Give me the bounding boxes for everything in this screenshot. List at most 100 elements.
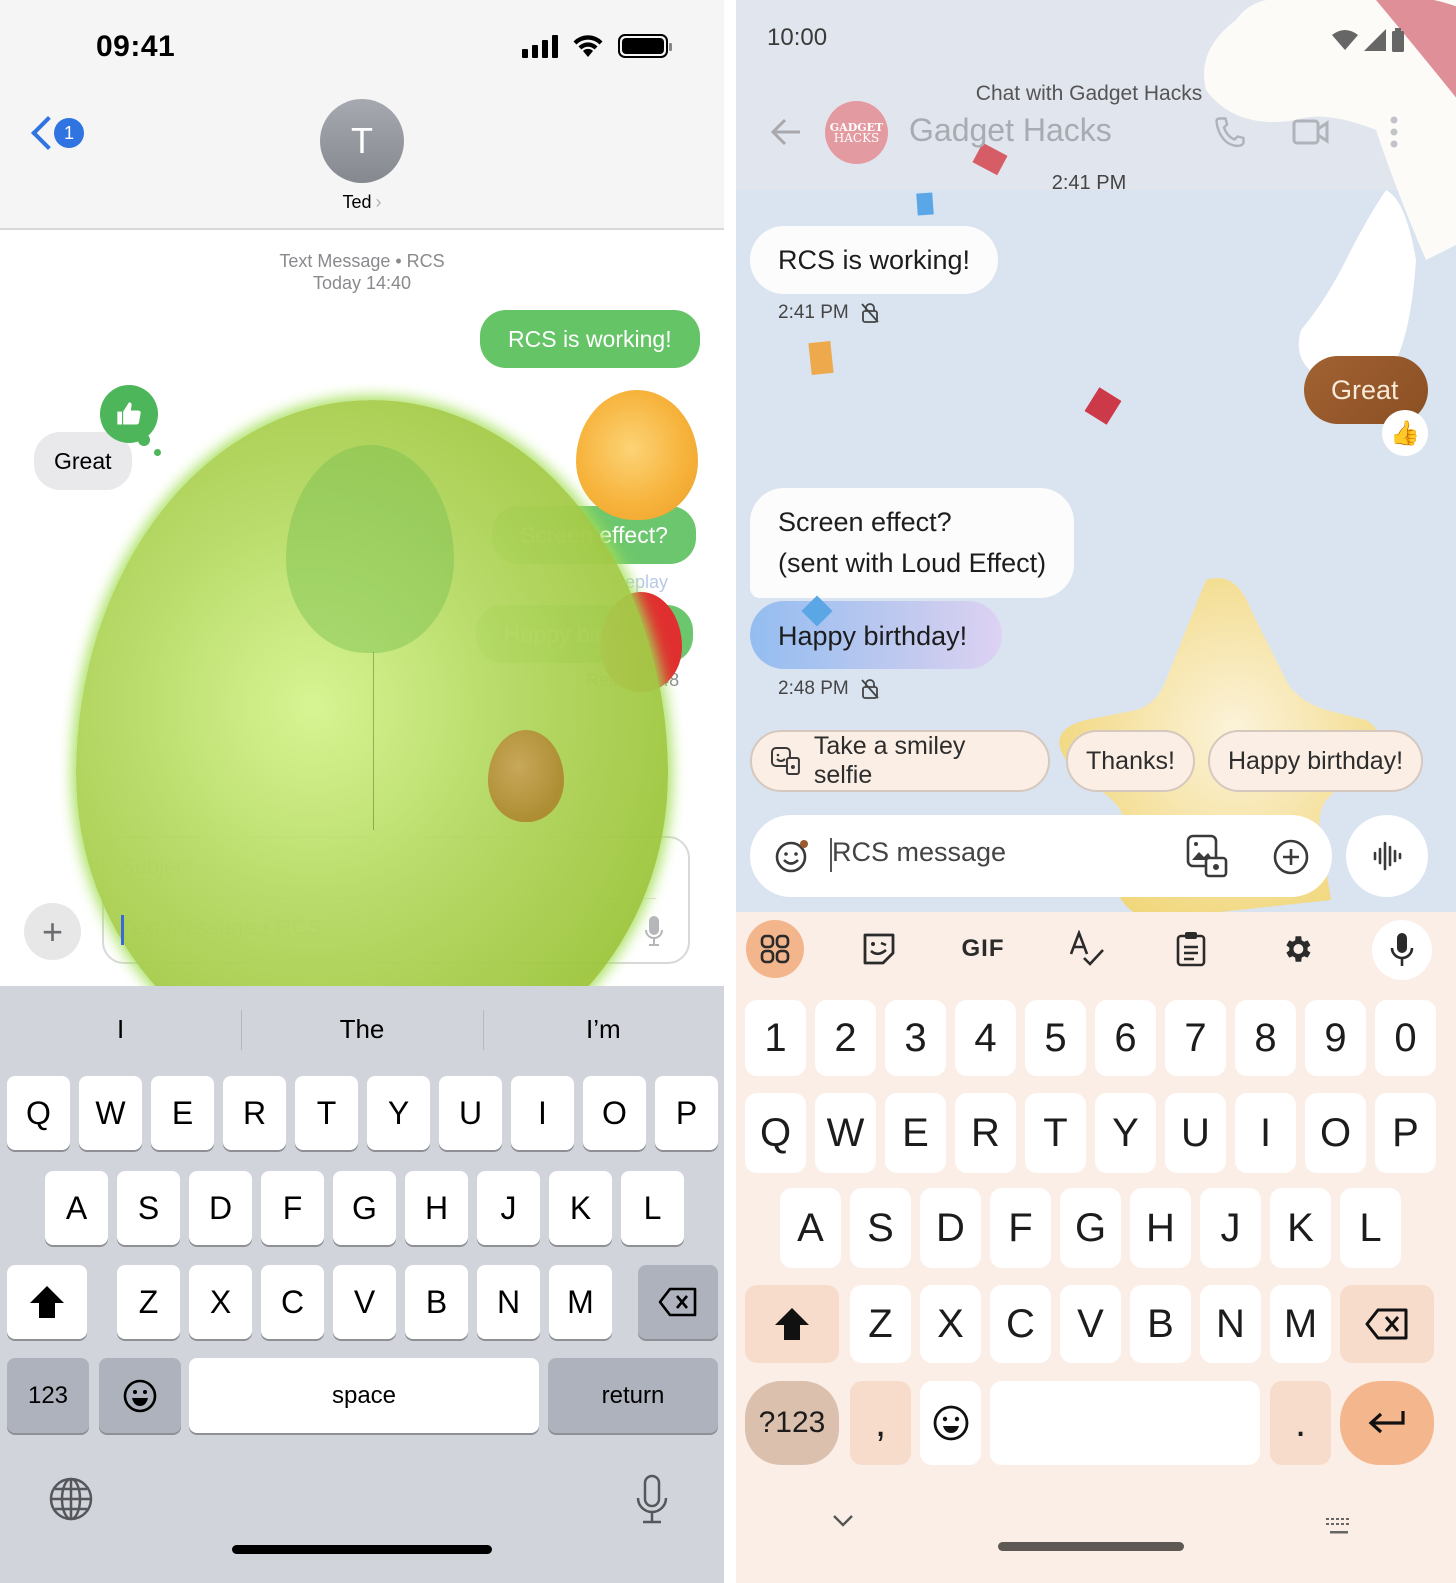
globe-icon[interactable] (48, 1476, 94, 1522)
shift-key[interactable] (7, 1265, 87, 1339)
enter-key[interactable] (1340, 1381, 1434, 1465)
key-q[interactable]: Q (745, 1093, 806, 1173)
key-y[interactable]: Y (367, 1076, 430, 1150)
smart-reply-chip[interactable]: Take a smiley selfie (750, 730, 1050, 792)
period-key[interactable]: . (1270, 1381, 1331, 1465)
key-s[interactable]: S (850, 1188, 911, 1268)
key-d[interactable]: D (189, 1171, 252, 1245)
clipboard-button[interactable] (1162, 920, 1220, 978)
key-g[interactable]: G (1060, 1188, 1121, 1268)
key-6[interactable]: 6 (1095, 1000, 1156, 1076)
emoji-key[interactable] (99, 1358, 181, 1433)
key-o[interactable]: O (583, 1076, 646, 1150)
delete-key[interactable] (1340, 1285, 1434, 1363)
space-key[interactable]: space (189, 1358, 539, 1433)
key-a[interactable]: A (45, 1171, 108, 1245)
spell-check-button[interactable] (1058, 920, 1116, 978)
key-n[interactable]: N (477, 1265, 540, 1339)
phone-call-icon[interactable] (1212, 114, 1248, 150)
key-p[interactable]: P (655, 1076, 718, 1150)
key-e[interactable]: E (151, 1076, 214, 1150)
key-9[interactable]: 9 (1305, 1000, 1366, 1076)
key-w[interactable]: W (79, 1076, 142, 1150)
key-n[interactable]: N (1200, 1285, 1261, 1363)
key-f[interactable]: F (990, 1188, 1051, 1268)
add-attachment-icon[interactable] (1272, 838, 1310, 876)
suggestion[interactable]: I (0, 986, 241, 1070)
key-5[interactable]: 5 (1025, 1000, 1086, 1076)
hide-keyboard-chevron-icon[interactable] (832, 1514, 854, 1528)
apps-grid-button[interactable] (746, 920, 804, 978)
key-t[interactable]: T (1025, 1093, 1086, 1173)
message-bubble-incoming[interactable]: Screen effect? (sent with Loud Effect) (750, 488, 1075, 598)
return-key[interactable]: return (548, 1358, 718, 1433)
keyboard-switch-icon[interactable] (1324, 1516, 1354, 1536)
key-t[interactable]: T (295, 1076, 358, 1150)
comma-key[interactable]: , (850, 1381, 911, 1465)
contact-avatar[interactable]: T (320, 99, 404, 183)
key-i[interactable]: I (1235, 1093, 1296, 1173)
contact-name-button[interactable]: Ted › (0, 192, 724, 213)
key-k[interactable]: K (1270, 1188, 1331, 1268)
thumbs-up-reaction-icon[interactable]: 👍 (1382, 410, 1428, 456)
message-input[interactable]: RCS message (832, 837, 1006, 868)
delete-key[interactable] (638, 1265, 718, 1339)
symbols-key[interactable]: ?123 (745, 1381, 839, 1465)
key-y[interactable]: Y (1095, 1093, 1156, 1173)
apps-plus-button[interactable]: + (24, 903, 81, 960)
dictation-mic-icon[interactable] (634, 1474, 670, 1526)
key-e[interactable]: E (885, 1093, 946, 1173)
key-c[interactable]: C (990, 1285, 1051, 1363)
key-j[interactable]: J (477, 1171, 540, 1245)
voice-message-button[interactable] (1346, 815, 1428, 897)
key-8[interactable]: 8 (1235, 1000, 1296, 1076)
sticker-button[interactable] (850, 920, 908, 978)
key-p[interactable]: P (1375, 1093, 1436, 1173)
video-call-icon[interactable] (1292, 116, 1330, 148)
key-u[interactable]: U (1165, 1093, 1226, 1173)
smart-reply-chip[interactable]: Thanks! (1066, 730, 1195, 792)
suggestion[interactable]: I’m (482, 986, 724, 1070)
key-v[interactable]: V (1060, 1285, 1121, 1363)
message-bubble-incoming-effect[interactable]: Happy birthday! (750, 601, 1002, 669)
suggestion[interactable]: The (241, 986, 482, 1070)
key-h[interactable]: H (1130, 1188, 1191, 1268)
key-3[interactable]: 3 (885, 1000, 946, 1076)
key-s[interactable]: S (117, 1171, 180, 1245)
key-u[interactable]: U (439, 1076, 502, 1150)
emoji-key[interactable] (920, 1381, 981, 1465)
back-arrow-icon[interactable] (770, 116, 802, 148)
key-r[interactable]: R (955, 1093, 1016, 1173)
message-bubble-incoming[interactable]: RCS is working! (750, 226, 999, 294)
space-key[interactable] (990, 1381, 1260, 1465)
key-b[interactable]: B (405, 1265, 468, 1339)
voice-typing-button[interactable] (1372, 920, 1432, 980)
key-c[interactable]: C (261, 1265, 324, 1339)
gallery-camera-icon[interactable] (1186, 834, 1228, 878)
key-0[interactable]: 0 (1375, 1000, 1436, 1076)
key-7[interactable]: 7 (1165, 1000, 1226, 1076)
key-r[interactable]: R (223, 1076, 286, 1150)
key-a[interactable]: A (780, 1188, 841, 1268)
key-b[interactable]: B (1130, 1285, 1191, 1363)
key-x[interactable]: X (920, 1285, 981, 1363)
keyboard-settings-button[interactable] (1268, 920, 1326, 978)
key-m[interactable]: M (549, 1265, 612, 1339)
dictation-mic-icon[interactable] (644, 915, 664, 947)
key-1[interactable]: 1 (745, 1000, 806, 1076)
key-v[interactable]: V (333, 1265, 396, 1339)
more-options-icon[interactable] (1388, 114, 1400, 150)
emoji-picker-icon[interactable] (774, 838, 810, 874)
key-l[interactable]: L (621, 1171, 684, 1245)
shift-key[interactable] (745, 1285, 839, 1363)
home-indicator[interactable] (232, 1545, 492, 1554)
gesture-nav-bar[interactable] (998, 1542, 1184, 1551)
key-i[interactable]: I (511, 1076, 574, 1150)
key-2[interactable]: 2 (815, 1000, 876, 1076)
numbers-key[interactable]: 123 (7, 1358, 89, 1433)
key-k[interactable]: K (549, 1171, 612, 1245)
gif-button[interactable]: GIF (954, 920, 1012, 978)
back-button[interactable]: 1 (26, 116, 84, 150)
key-w[interactable]: W (815, 1093, 876, 1173)
key-o[interactable]: O (1305, 1093, 1366, 1173)
